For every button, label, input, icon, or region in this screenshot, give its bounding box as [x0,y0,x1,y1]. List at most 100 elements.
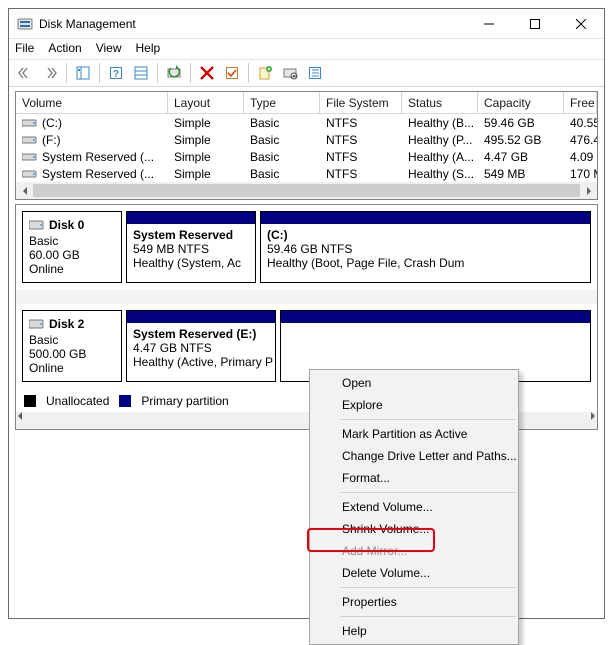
cell: 476.48 GB [564,133,597,147]
menu-item-shrink-volume[interactable]: Shrink Volume... [310,518,518,540]
menu-item-properties[interactable]: Properties [310,591,518,613]
disk-row: Disk 0Basic60.00 GBOnlineSystem Reserved… [16,205,597,290]
svg-text:?: ? [113,69,119,80]
menubar: File Action View Help [9,39,604,59]
cell: Basic [244,167,320,181]
cell: Healthy (S... [402,167,478,181]
scroll-thumb[interactable] [33,184,580,197]
partition-stripe [261,212,590,224]
partition-stripe [127,311,275,323]
volume-list[interactable]: Volume Layout Type File System Status Ca… [15,91,598,200]
close-button[interactable] [558,9,604,39]
volume-list-scrollbar[interactable] [16,182,597,199]
cell: 549 MB [478,167,564,181]
disk-icon [29,318,45,330]
legend-swatch-unallocated [24,395,36,407]
toolbar: ? [9,59,604,87]
forward-button[interactable] [38,61,62,85]
cell: Simple [168,116,244,130]
disk-label[interactable]: Disk 2Basic500.00 GBOnline [22,310,122,382]
titlebar: Disk Management [9,9,604,39]
context-menu[interactable]: OpenExplore Mark Partition as ActiveChang… [309,369,519,645]
show-hide-tree-icon[interactable] [71,61,95,85]
volume-icon [22,135,38,145]
volume-row[interactable]: (C:)SimpleBasicNTFSHealthy (B...59.46 GB… [16,114,597,131]
partition-stripe [281,311,590,323]
disk-size: 60.00 GB [29,248,115,262]
refresh-icon[interactable] [162,61,186,85]
cell: NTFS [320,116,402,130]
menu-item-add-mirror: Add Mirror... [310,540,518,562]
col-type[interactable]: Type [244,92,320,114]
cell: 495.52 GB [478,133,564,147]
cell: Basic [244,150,320,164]
partition[interactable]: System Reserved (E:)4.47 GB NTFSHealthy … [126,310,276,382]
col-fs[interactable]: File System [320,92,402,114]
col-volume[interactable]: Volume [16,92,168,114]
action-icon[interactable] [278,61,302,85]
volume-icon [22,152,38,162]
partition-name: (C:) [267,228,584,242]
cell: NTFS [320,167,402,181]
volume-icon [22,118,38,128]
menu-item-extend-volume[interactable]: Extend Volume... [310,496,518,518]
cell: Basic [244,116,320,130]
partition-status: Healthy (Boot, Page File, Crash Dum [267,256,584,270]
maximize-button[interactable] [512,9,558,39]
check-icon[interactable] [220,61,244,85]
cell: 59.46 GB [478,116,564,130]
disk-label[interactable]: Disk 0Basic60.00 GBOnline [22,211,122,283]
new-icon[interactable] [253,61,277,85]
volume-row[interactable]: (F:)SimpleBasicNTFSHealthy (P...495.52 G… [16,131,597,148]
volume-row[interactable]: System Reserved (...SimpleBasicNTFSHealt… [16,165,597,182]
cell: (F:) [16,133,168,147]
disk-type: Basic [29,333,115,347]
menu-item-mark-partition-as-active[interactable]: Mark Partition as Active [310,423,518,445]
app-icon [17,16,33,32]
scroll-right-icon[interactable] [589,412,597,429]
partition-size: 59.46 GB NTFS [267,242,584,256]
menu-item-delete-volume[interactable]: Delete Volume... [310,562,518,584]
scroll-left-icon[interactable] [16,182,33,199]
back-button[interactable] [13,61,37,85]
delete-icon[interactable] [195,61,219,85]
help-icon[interactable]: ? [104,61,128,85]
volume-icon [22,169,38,179]
legend-swatch-primary [119,395,131,407]
col-cap[interactable]: Capacity [478,92,564,114]
menu-item-change-drive-letter-and-paths[interactable]: Change Drive Letter and Paths... [310,445,518,467]
menu-item-explore[interactable]: Explore [310,394,518,416]
cell: 170 MB [564,167,597,181]
menu-action[interactable]: Action [48,41,81,57]
col-status[interactable]: Status [402,92,478,114]
col-layout[interactable]: Layout [168,92,244,114]
cell: Simple [168,167,244,181]
partition[interactable]: System Reserved549 MB NTFSHealthy (Syste… [126,211,256,283]
menu-file[interactable]: File [15,41,34,57]
menu-item-help[interactable]: Help [310,620,518,642]
partition[interactable]: (C:)59.46 GB NTFSHealthy (Boot, Page Fil… [260,211,591,283]
list-icon[interactable] [303,61,327,85]
scroll-left-icon[interactable] [16,412,24,429]
legend-primary: Primary partition [141,394,228,408]
disk-name: Disk 2 [49,317,84,331]
cell: System Reserved (... [16,150,168,164]
menu-item-open[interactable]: Open [310,372,518,394]
properties-icon[interactable] [129,61,153,85]
partition-status: Healthy (Active, Primary P [133,355,269,369]
volume-row[interactable]: System Reserved (...SimpleBasicNTFSHealt… [16,148,597,165]
minimize-button[interactable] [466,9,512,39]
cell: (C:) [16,116,168,130]
cell: NTFS [320,133,402,147]
disk-status: Online [29,361,115,375]
scroll-right-icon[interactable] [580,182,597,199]
menu-help[interactable]: Help [136,41,161,57]
menu-view[interactable]: View [96,41,122,57]
volume-list-header: Volume Layout Type File System Status Ca… [16,92,597,114]
menu-separator [340,587,516,588]
menu-item-format[interactable]: Format... [310,467,518,489]
col-free[interactable]: Free Sp... [564,92,597,114]
cell: Healthy (P... [402,133,478,147]
cell: Simple [168,150,244,164]
partition-name: System Reserved (E:) [133,327,269,341]
